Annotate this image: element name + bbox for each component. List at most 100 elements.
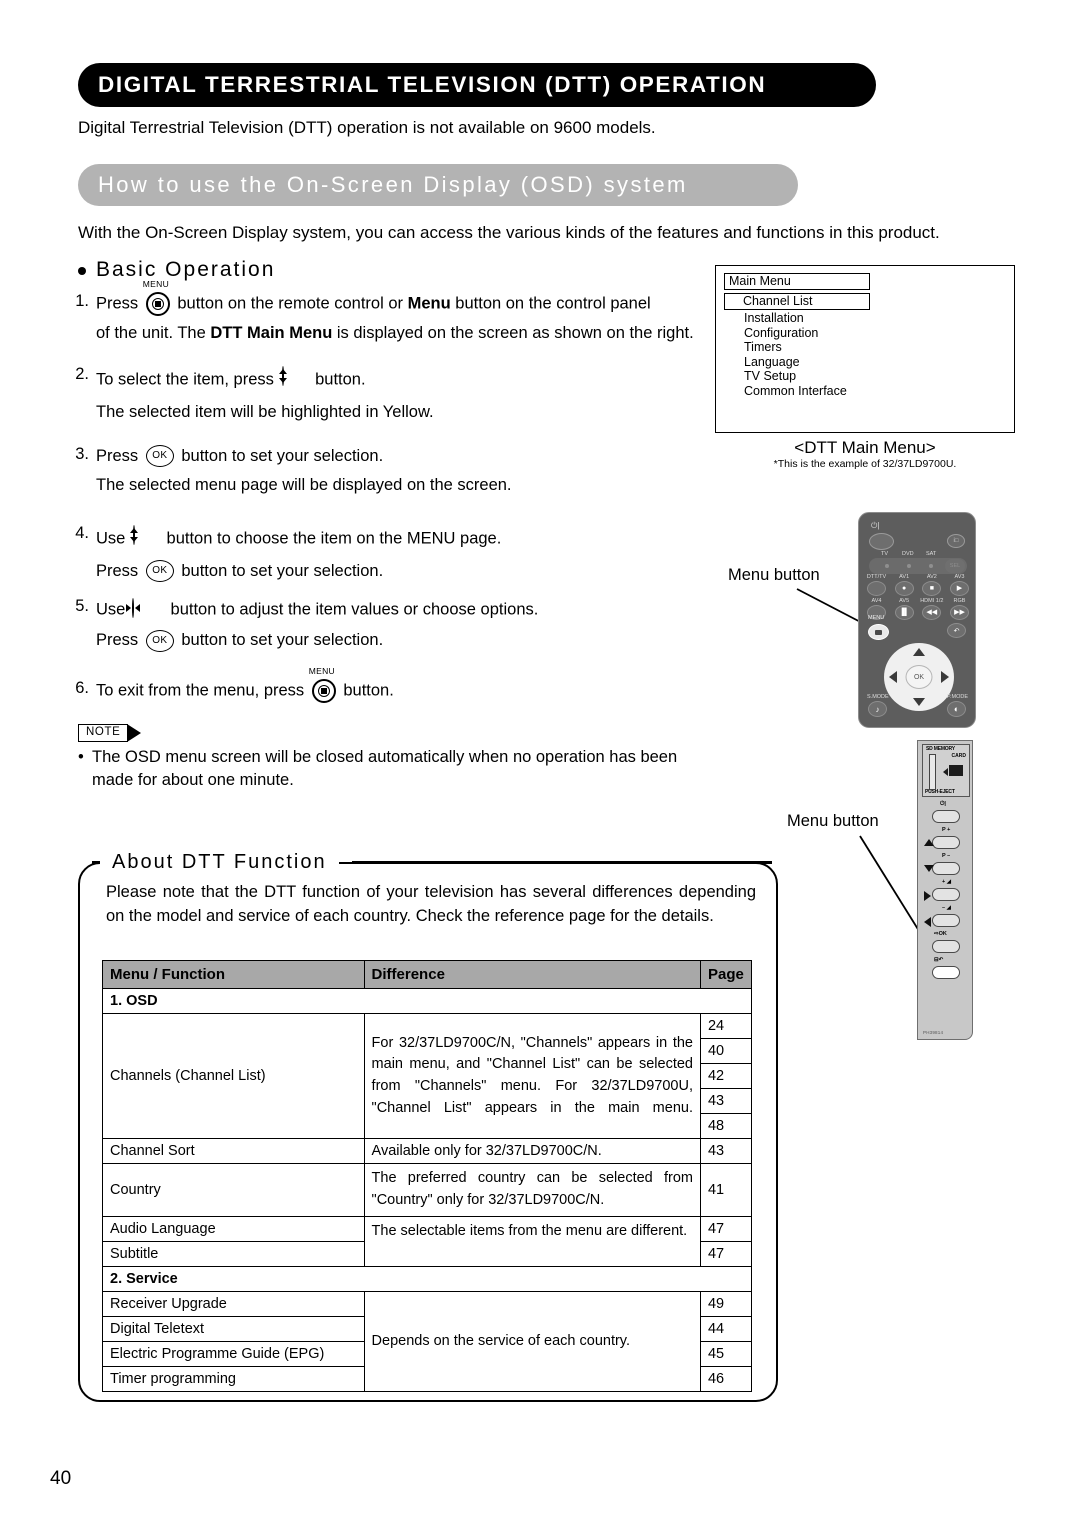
step-2: 2. To select the item, press button. The…	[70, 365, 730, 424]
note-text: The OSD menu screen will be closed autom…	[92, 748, 678, 790]
remote-smode-button: ♪	[868, 701, 887, 717]
osd-item-channel-list[interactable]: Channel List	[724, 293, 870, 310]
basic-operation-steps: 1. Press MENU button on the remote contr…	[70, 279, 730, 705]
cell-difference-service: Depends on the service of each country.	[363, 1290, 701, 1392]
step-6: 6. To exit from the menu, press MENU but…	[70, 666, 730, 703]
osd-item-common-interface[interactable]: Common Interface	[724, 384, 874, 399]
note-arrow-icon	[127, 724, 142, 742]
dtt-differences-table: Menu / Function Difference Page 1. OSD C…	[102, 960, 753, 1392]
cell-difference-country: The preferred country can be selected fr…	[363, 1163, 701, 1217]
remote-dpad: OK	[884, 643, 954, 711]
remote-pmode-label: P.MODE	[947, 694, 968, 700]
remote-key-av5: AV5 ▐▌	[894, 598, 914, 620]
play-icon: ▶	[956, 585, 963, 592]
step-3: 3. Press OK button to set your selection…	[70, 445, 730, 498]
osd-item-configuration[interactable]: Configuration	[724, 326, 874, 341]
remote-mode-label-tv: TV	[881, 551, 889, 557]
panel-power-label: ⏻|	[940, 801, 946, 807]
step-1: 1. Press MENU button on the remote contr…	[70, 279, 730, 345]
panel-volume-up-button	[932, 888, 960, 901]
step-3-post: button to set your selection.	[181, 446, 384, 465]
cell-page: 47	[699, 1215, 753, 1242]
remote-mode-dot-tv	[885, 564, 889, 568]
remote-key-hdmi: HDMI 1/2 ◀◀	[920, 598, 943, 620]
table-row: Audio Language The selectable items from…	[102, 1215, 753, 1267]
cell-function-receiver-upgrade: Receiver Upgrade	[102, 1290, 365, 1317]
remote-mode-label-sat: SAT	[926, 551, 937, 557]
osd-item-tv-setup[interactable]: TV Setup	[724, 369, 874, 384]
note-label: NOTE	[78, 724, 129, 742]
step-2-number: 2.	[75, 365, 89, 384]
record-icon: ●	[902, 585, 907, 592]
remote-power-label: ⏻|	[871, 521, 880, 530]
ok-button-icon: OK	[145, 629, 174, 652]
step-2-post: button.	[315, 370, 366, 389]
step-5-sub-post: button to set your selection.	[181, 631, 384, 650]
step-4-post: button to choose the item on the MENU pa…	[166, 529, 502, 548]
up-down-button-icon	[278, 365, 308, 395]
step-4-sub-post: button to set your selection.	[181, 561, 384, 580]
note-bullet-icon: •	[78, 748, 84, 766]
step-3-number: 3.	[75, 444, 89, 463]
cell-page: 24	[699, 1013, 753, 1039]
menu-button-icon-label: MENU	[142, 279, 170, 289]
note-tag: NOTE	[78, 724, 142, 742]
left-right-button-icon	[125, 597, 164, 623]
step-1-cont-bold: DTT Main Menu	[210, 324, 333, 342]
remote-info-button: i□	[947, 534, 965, 548]
osd-menu-list: Channel List Installation Configuration …	[724, 293, 874, 398]
remote-key-hdmi-label: HDMI 1/2	[920, 598, 944, 604]
remote-key-av3-label: AV3	[954, 574, 965, 580]
step-4: 4. Use button to choose the item on the …	[70, 524, 730, 583]
osd-item-language[interactable]: Language	[724, 355, 874, 370]
cell-function-channels: Channels (Channel List)	[102, 1013, 365, 1139]
about-dtt-title: About DTT Function	[112, 850, 327, 873]
cell-page: 41	[699, 1163, 753, 1217]
remote-key-av1-label: AV1	[899, 574, 910, 580]
cell-page: 45	[699, 1340, 753, 1367]
step-3-pre: Press	[96, 446, 139, 465]
panel-model-code: PH39814	[923, 1030, 944, 1035]
remote-control-illustration: ⏻| i□ TV DVD SAT SEL DTT/TV AV1 ● AV2 ■ …	[858, 512, 976, 728]
remote-pmode-button: ◐	[947, 701, 966, 717]
panel-pplus-label: P +	[942, 827, 951, 833]
step-1-mid: button on the remote control or	[177, 294, 404, 313]
step-3-sub: The selected menu page will be displayed…	[96, 476, 512, 495]
remote-mode-bar: TV DVD SAT SEL	[869, 551, 967, 574]
step-5: 5. Use button to adjust the item values …	[70, 597, 730, 652]
step-5-pre: Use	[96, 600, 126, 619]
panel-right-arrow-icon	[924, 891, 931, 901]
osd-title: Main Menu	[724, 273, 870, 290]
panel-volume-up-label: + ◢	[942, 879, 951, 885]
menu-button-icon: MENU	[143, 279, 170, 316]
cell-function-epg: Electric Programme Guide (EPG)	[102, 1340, 365, 1367]
osd-item-installation[interactable]: Installation	[724, 311, 874, 326]
table-header-difference: Difference	[363, 960, 701, 989]
section-title: How to use the On-Screen Display (OSD) s…	[98, 172, 688, 197]
table-header-function: Menu / Function	[102, 960, 365, 989]
table-group-row-osd: 1. OSD	[102, 988, 752, 1014]
up-down-button-icon	[129, 524, 159, 554]
osd-caption: <DTT Main Menu>	[794, 438, 936, 457]
cell-page: 49	[699, 1290, 753, 1317]
osd-item-timers[interactable]: Timers	[724, 340, 874, 355]
panel-left-arrow-icon	[924, 917, 931, 927]
step-6-post: button.	[343, 680, 394, 699]
step-2-sub: The selected item will be highlighted in…	[96, 403, 434, 422]
remote-key-av3: AV3 ▶	[949, 574, 969, 596]
panel-menu-button	[932, 966, 960, 979]
remote-key-av2-label: AV2	[926, 574, 937, 580]
panel-pminus-label: P –	[942, 853, 951, 859]
control-panel-illustration: SD MEMORY CARD PUSH-EJECT ⏻| P + P – + ◢…	[917, 740, 973, 1040]
remote-source-keys: DTT/TV AV1 ● AV2 ■ AV3 ▶ AV4 AV5 ▐▌ HDMI…	[867, 574, 969, 629]
table-row: Receiver Upgrade Depends on the service …	[102, 1290, 753, 1392]
pause-icon: ▐▌	[899, 609, 910, 616]
note-section: NOTE • The OSD menu screen will be close…	[78, 724, 677, 789]
ok-button-icon-label: OK	[145, 445, 174, 468]
table-group-label-service: 2. Service	[102, 1265, 752, 1292]
cell-page: 48	[699, 1113, 753, 1139]
panel-menu-label: ⊟↶	[934, 957, 944, 963]
remote-key-av4-label: AV4	[871, 598, 882, 604]
dpad-down-icon	[913, 698, 925, 706]
bullet-icon	[78, 267, 86, 275]
